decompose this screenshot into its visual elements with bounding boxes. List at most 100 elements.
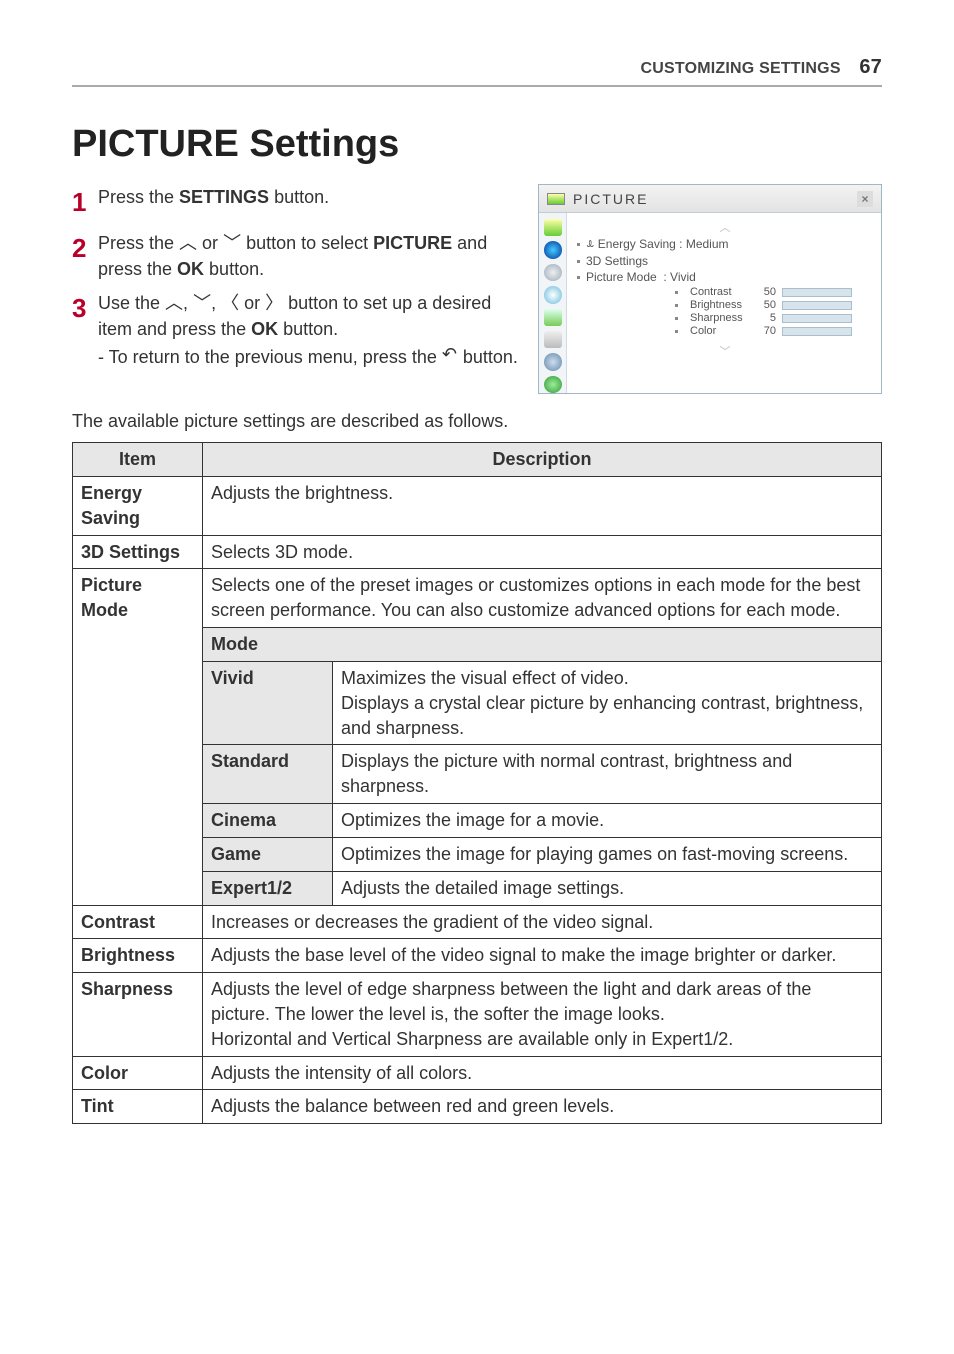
osd-slider-row: Brightness50 [577, 299, 873, 311]
osd-up-arrow-icon: ︿ [577, 219, 873, 235]
osd-sidebar [539, 213, 567, 393]
mode-desc: Optimizes the image for a movie. [333, 804, 882, 838]
osd-slider-bar [782, 288, 852, 297]
row-desc: Selects one of the preset images or cust… [203, 569, 882, 628]
osd-slider-bar [782, 314, 852, 323]
row-desc: Adjusts the level of edge sharpness betw… [203, 973, 882, 1056]
osd-title: PICTURE [573, 191, 648, 207]
step-bold: PICTURE [373, 233, 452, 253]
step-text: button. [204, 259, 264, 279]
up-icon: ︿ [165, 290, 183, 316]
osd-item-label: ꕊ Energy Saving : Medium [586, 237, 729, 252]
step-text: button. [278, 319, 338, 339]
osd-slider-label: Contrast [690, 286, 752, 298]
table-row: Picture Mode Selects one of the preset i… [73, 569, 882, 628]
osd-slider-bar [782, 327, 852, 336]
col-item-header: Item [73, 443, 203, 477]
row-desc: Adjusts the balance between red and gree… [203, 1090, 882, 1124]
row-name: Brightness [81, 945, 175, 965]
mode-name: Game [203, 837, 333, 871]
osd-main: ︿ ꕊ Energy Saving : Medium 3D Settings P… [567, 213, 881, 393]
osd-slider-row: Contrast 50 [577, 286, 873, 298]
row-desc: Adjusts the intensity of all colors. [203, 1056, 882, 1090]
right-icon: 〉 [265, 290, 283, 316]
mode-name: Standard [203, 745, 333, 804]
down-icon: ﹀ [193, 290, 211, 316]
osd-slider-value: 70 [758, 325, 776, 337]
table-intro: The available picture settings are descr… [72, 408, 882, 434]
bullet-icon [675, 330, 678, 333]
settings-table: Item Description Energy Saving Adjusts t… [72, 442, 882, 1124]
sidebar-icon [544, 264, 562, 281]
sidebar-icon [544, 286, 562, 303]
mode-name: Cinema [203, 804, 333, 838]
step-number: 1 [72, 184, 98, 222]
osd-slider-row: Color 70 [577, 325, 873, 337]
row-name: Color [81, 1063, 128, 1083]
row-name: Sharpness [81, 979, 173, 999]
mode-name: Vivid [203, 661, 333, 744]
osd-slider-label: Color [690, 325, 752, 337]
header-section: CUSTOMIZING SETTINGS [641, 60, 841, 77]
bullet-icon [577, 260, 580, 263]
table-row: Contrast Increases or decreases the grad… [73, 905, 882, 939]
step-bold: SETTINGS [179, 187, 269, 207]
step-text: Press the [98, 233, 179, 253]
left-icon: 〈 [221, 290, 239, 316]
sidebar-icon [544, 353, 562, 370]
row-desc: Selects 3D mode. [203, 535, 882, 569]
page-title: PICTURE Settings [72, 123, 882, 166]
mode-desc: Adjusts the detailed image settings. [333, 871, 882, 905]
osd-slider-value: 5 [758, 312, 776, 324]
row-name: Tint [81, 1096, 114, 1116]
osd-slider-label: Sharpness [690, 312, 752, 324]
steps-list: 1 Press the SETTINGS button. 2 Press the… [72, 184, 518, 394]
osd-title-icon [547, 193, 565, 205]
table-row: Energy Saving Adjusts the brightness. [73, 476, 882, 535]
mode-desc: Displays the picture with normal contras… [333, 745, 882, 804]
step-text: button. [269, 187, 329, 207]
osd-slider-bar [782, 301, 852, 310]
row-name: Contrast [81, 912, 155, 932]
sidebar-icon [544, 376, 562, 393]
bullet-icon [675, 304, 678, 307]
step-sub-text: - To return to the previous menu, press … [98, 347, 442, 367]
row-desc: Adjusts the brightness. [203, 476, 882, 535]
table-row: Color Adjusts the intensity of all color… [73, 1056, 882, 1090]
step-sub-text: button. [458, 347, 518, 367]
step-2: 2 Press the ︿ or ﹀ button to select PICT… [72, 230, 518, 282]
osd-item-label: 3D Settings [586, 254, 648, 268]
step-number: 2 [72, 230, 98, 282]
page-header: CUSTOMIZING SETTINGS 67 [72, 56, 882, 87]
step-text: button to select [241, 233, 373, 253]
back-icon [442, 349, 458, 365]
row-name: Energy Saving [81, 483, 142, 528]
down-icon: ﹀ [223, 230, 241, 256]
step-text: Use the [98, 293, 165, 313]
osd-panel: PICTURE × ︿ ꕊ Energy Saving : Medium [538, 184, 882, 394]
sidebar-picture-icon [544, 219, 562, 236]
step-1: 1 Press the SETTINGS button. [72, 184, 518, 222]
bullet-icon [675, 291, 678, 294]
osd-item-label: Picture Mode [586, 270, 657, 284]
osd-slider-label: Brightness [690, 299, 752, 311]
bullet-icon [675, 317, 678, 320]
sidebar-icon [544, 331, 562, 348]
sidebar-icon [544, 241, 562, 258]
step-3: 3 Use the ︿, ﹀, 〈 or 〉 button to set up … [72, 290, 518, 370]
bullet-icon [577, 276, 580, 279]
step-text: or [197, 233, 223, 253]
osd-slider-value: 50 [758, 286, 776, 298]
sidebar-icon [544, 309, 562, 326]
page-number: 67 [859, 56, 882, 78]
osd-down-arrow-icon: ﹀ [577, 343, 873, 359]
step-text: Press the [98, 187, 179, 207]
close-icon: × [857, 191, 873, 207]
bullet-icon [577, 243, 580, 246]
up-icon: ︿ [179, 230, 197, 256]
table-row: 3D Settings Selects 3D mode. [73, 535, 882, 569]
osd-item-value: : Vivid [663, 270, 695, 284]
mode-desc: Maximizes the visual effect of video. Di… [333, 661, 882, 744]
step-bold: OK [251, 319, 278, 339]
row-name: 3D Settings [81, 542, 180, 562]
